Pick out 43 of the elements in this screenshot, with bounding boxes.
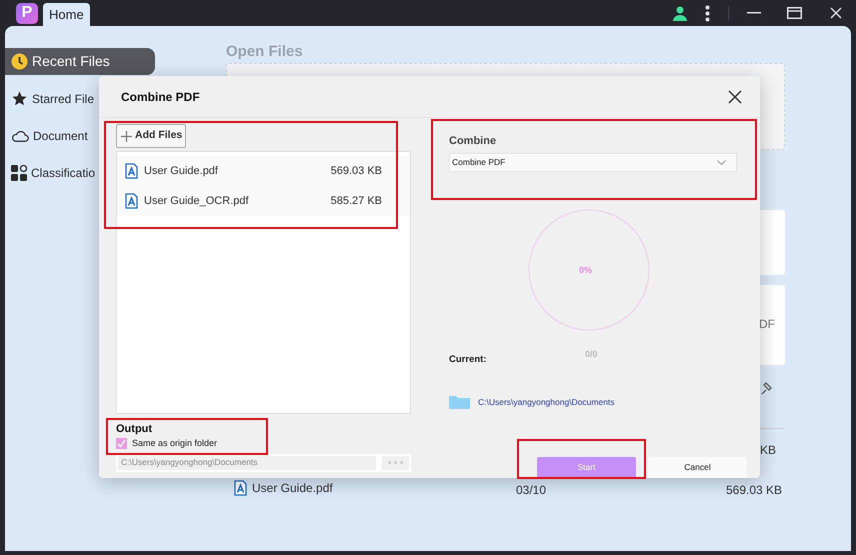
file-size: 569.03 KB <box>726 482 782 499</box>
checkbox-label: Same as origin folder <box>132 437 218 450</box>
close-icon[interactable] <box>728 90 742 104</box>
add-files-button[interactable]: Add Files <box>116 124 186 148</box>
maximize-icon[interactable] <box>787 7 802 19</box>
plus-icon <box>121 130 132 142</box>
progress-percent: 0% <box>579 264 592 277</box>
clock-icon <box>11 53 28 70</box>
categories-icon <box>11 164 27 180</box>
file-size: 569.03 KB <box>330 164 382 179</box>
mode-dropdown[interactable]: Combine PDF <box>449 152 737 172</box>
user-icon[interactable] <box>673 6 687 20</box>
more-icon[interactable] <box>705 4 710 22</box>
file-date: 03/10 <box>516 482 546 499</box>
checkbox[interactable] <box>116 438 127 450</box>
folder-icon <box>449 395 470 409</box>
file-size: KB <box>760 442 776 459</box>
pdf-file-icon <box>125 163 138 179</box>
folder-link[interactable]: C:\Users\yangyonghong\Documents <box>478 396 615 408</box>
app-logo: P <box>16 2 38 24</box>
section-heading: Open Files <box>226 42 303 62</box>
file-name: User Guide.pdf <box>144 164 218 179</box>
star-icon <box>11 90 28 107</box>
output-label: Output <box>116 423 154 436</box>
file-name: User Guide.pdf <box>252 480 333 497</box>
chevron-down-icon <box>717 160 726 164</box>
file-size: 585.27 KB <box>330 194 382 209</box>
file-row[interactable]: User Guide.pdf 569.03 KB <box>117 156 410 186</box>
file-name: User Guide_OCR.pdf <box>144 194 249 209</box>
cancel-button[interactable]: Cancel <box>648 457 747 478</box>
cloud-icon <box>11 128 29 142</box>
pin-icon[interactable] <box>760 382 772 396</box>
current-label: Current: <box>449 353 486 367</box>
home-tab[interactable]: Home <box>43 3 90 26</box>
minimize-icon[interactable] <box>747 12 761 14</box>
pdf-file-icon <box>125 193 138 209</box>
pdf-file-icon <box>234 480 247 496</box>
combine-label: Combine <box>449 134 498 149</box>
card-label: DF <box>759 316 775 333</box>
sidebar-item[interactable]: Recent Files <box>5 48 155 75</box>
more-icon <box>388 461 403 464</box>
file-row[interactable]: User Guide_OCR.pdf 585.27 KB <box>117 186 410 216</box>
dialog-title: Combine PDF <box>121 88 200 106</box>
